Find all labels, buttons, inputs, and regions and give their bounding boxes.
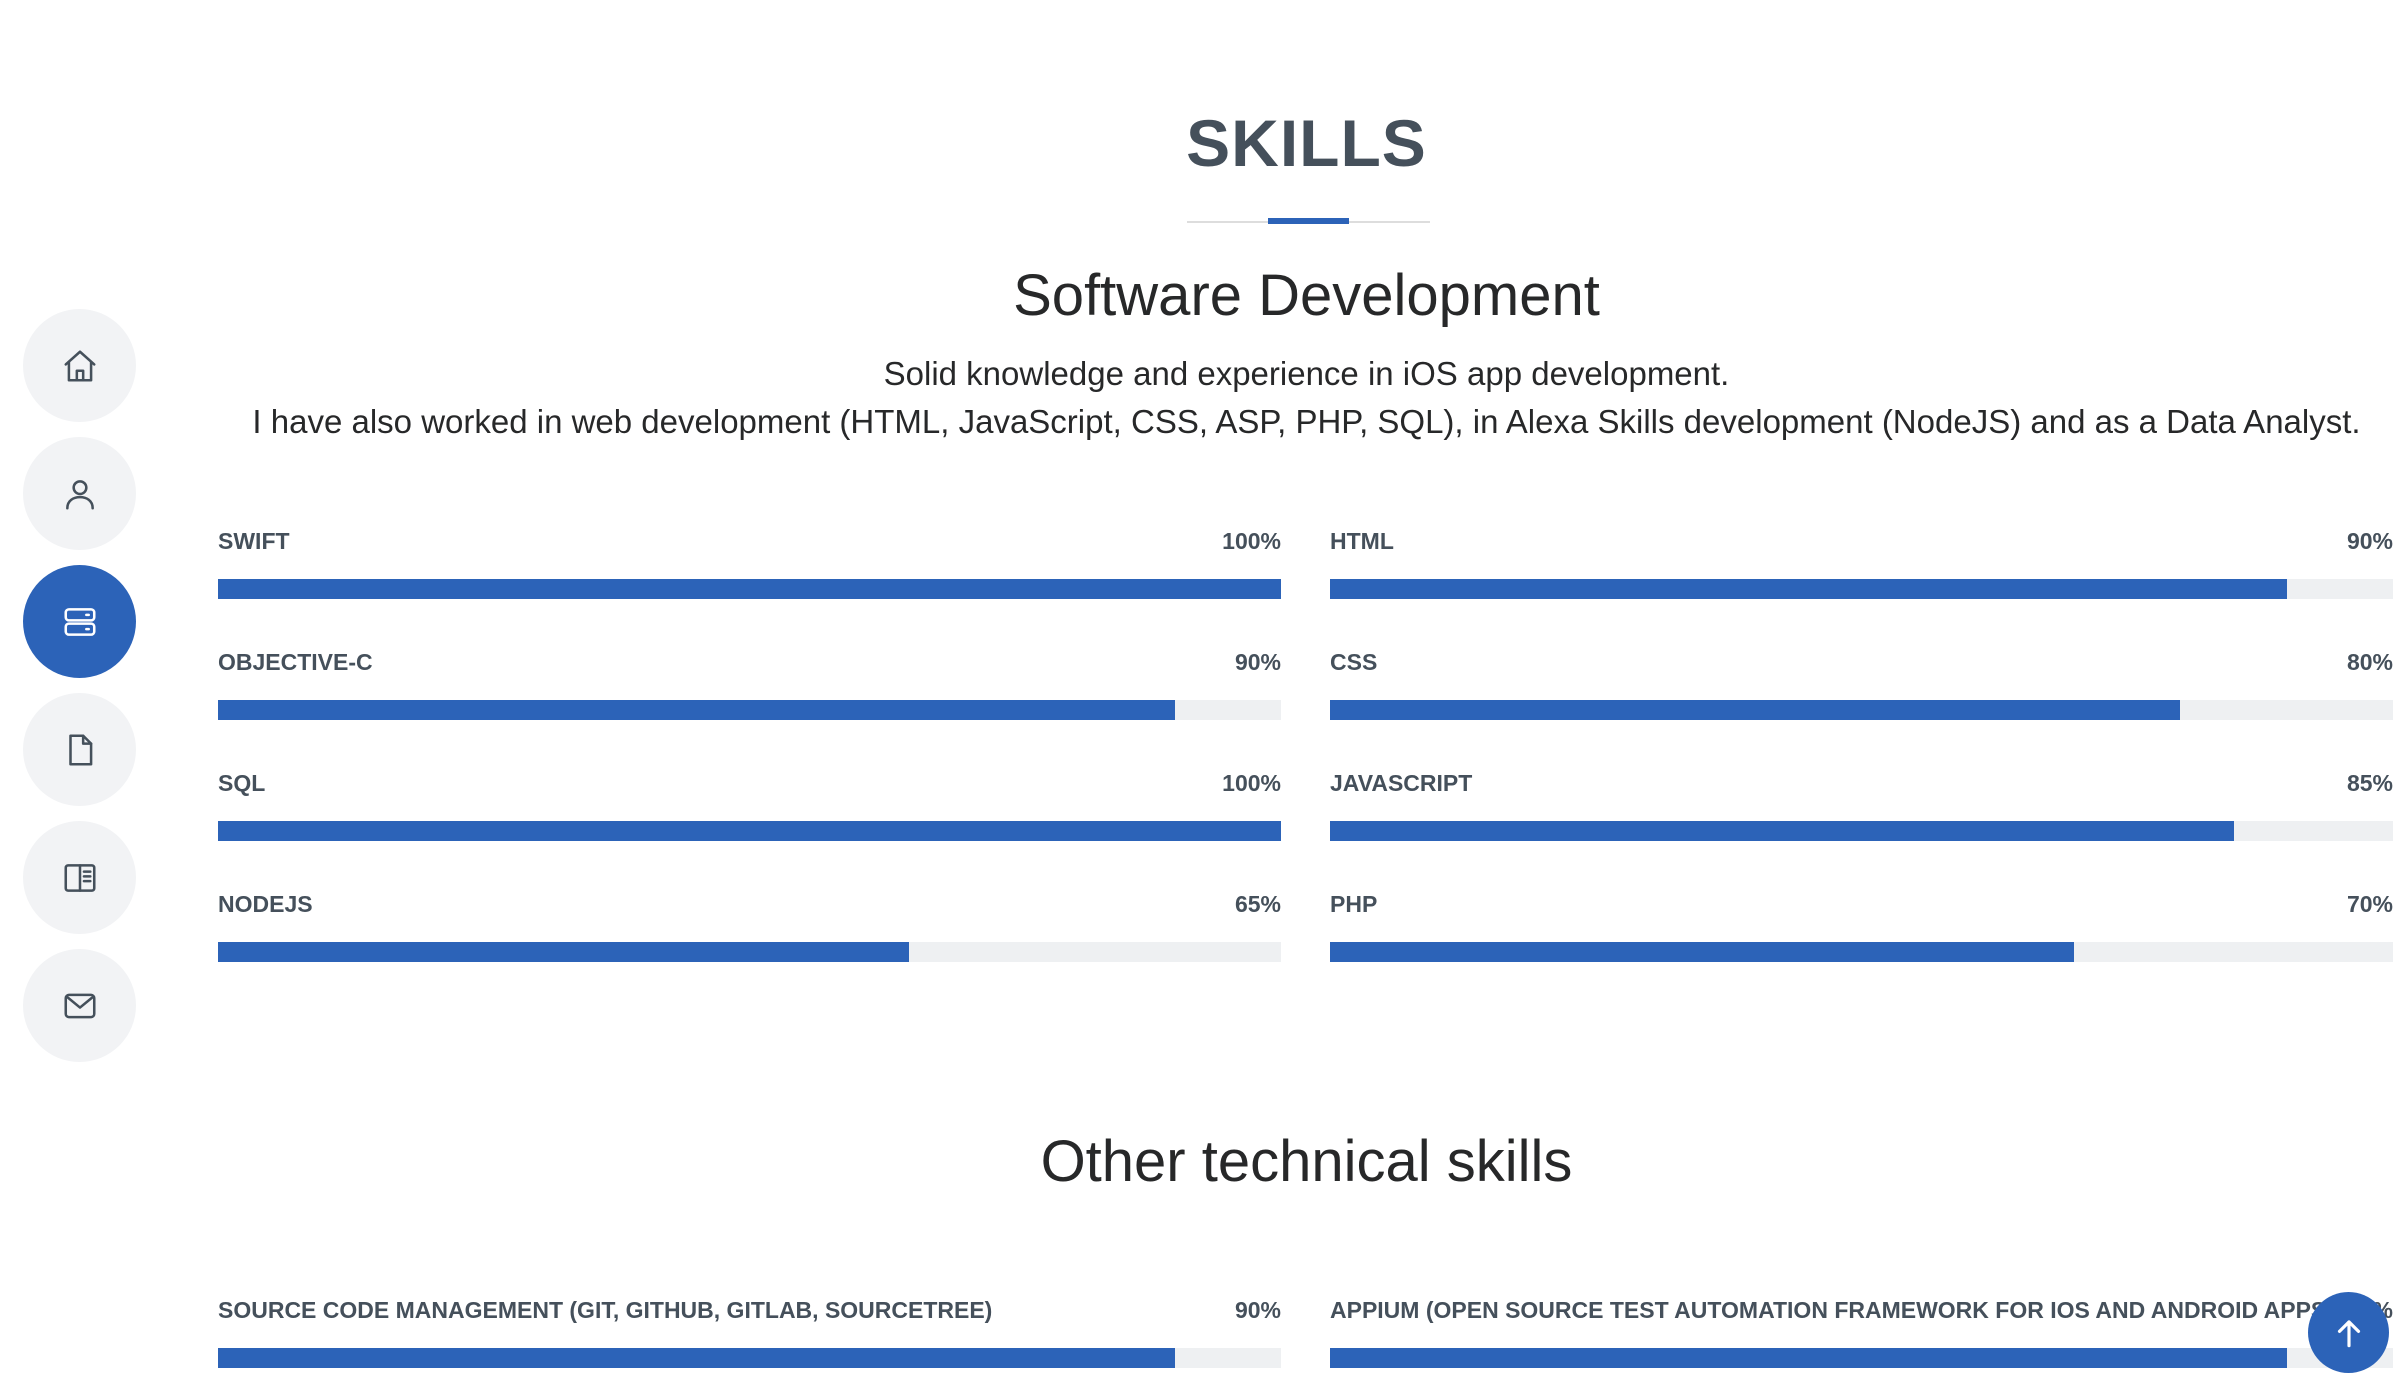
- skill-css: CSS 80%: [1330, 649, 2393, 720]
- skill-name: OBJECTIVE-C: [218, 649, 373, 675]
- other-skills-heading: Other technical skills: [1040, 1129, 1573, 1194]
- skill-progress-fill: [1330, 1348, 2287, 1368]
- skill-progress-bar: [218, 700, 1281, 720]
- software-heading: Software Development: [1013, 263, 1600, 328]
- skill-name: NODEJS: [218, 891, 313, 917]
- skill-percent: 100%: [1222, 528, 1281, 554]
- skill-source-code-management: SOURCE CODE MANAGEMENT (GIT, GITHUB, GIT…: [218, 1297, 1281, 1368]
- server-icon: [63, 607, 96, 636]
- skill-html: HTML 90%: [1330, 528, 2393, 599]
- skill-name: CSS: [1330, 649, 1378, 675]
- skill-progress-fill: [218, 579, 1281, 599]
- skill-php: PHP 70%: [1330, 891, 2393, 962]
- skill-objective-c: OBJECTIVE-C 90%: [218, 649, 1281, 720]
- skill-percent: 100%: [1222, 770, 1281, 796]
- nav-about[interactable]: [23, 437, 136, 550]
- title-divider-accent: [1268, 218, 1349, 224]
- skill-percent: 90%: [2346, 528, 2393, 554]
- skill-nodejs: NODEJS 65%: [218, 891, 1281, 962]
- skill-progress-bar: [1330, 1348, 2393, 1368]
- skill-name: APPIUM (OPEN SOURCE TEST AUTOMATION FRAM…: [1330, 1297, 2334, 1323]
- skill-progress-bar: [218, 942, 1281, 962]
- home-icon: [63, 349, 96, 382]
- skill-progress-fill: [218, 821, 1281, 841]
- skill-progress-bar: [1330, 942, 2393, 962]
- nav-resume[interactable]: [23, 693, 136, 806]
- skill-progress-fill: [218, 700, 1175, 720]
- skill-sql: SQL 100%: [218, 770, 1281, 841]
- skill-percent: 80%: [2346, 649, 2393, 675]
- skill-progress-bar: [1330, 821, 2393, 841]
- software-description-line-2: I have also worked in web development (H…: [252, 403, 2361, 440]
- skill-name: PHP: [1330, 891, 1378, 917]
- skill-progress-fill: [1330, 579, 2287, 599]
- skill-percent: 85%: [2346, 770, 2393, 796]
- skill-javascript: JAVASCRIPT 85%: [1330, 770, 2393, 841]
- skill-name: JAVASCRIPT: [1330, 770, 1473, 796]
- skill-progress-bar: [218, 579, 1281, 599]
- file-icon: [68, 733, 92, 766]
- skill-name: SOURCE CODE MANAGEMENT (GIT, GITHUB, GIT…: [218, 1297, 993, 1323]
- book-icon: [63, 863, 96, 892]
- side-nav: [23, 309, 136, 1077]
- skill-percent: 90%: [1234, 649, 1281, 675]
- skill-swift: SWIFT 100%: [218, 528, 1281, 599]
- skill-appium: APPIUM (OPEN SOURCE TEST AUTOMATION FRAM…: [1330, 1297, 2393, 1368]
- person-icon: [65, 479, 94, 510]
- skill-progress-bar: [218, 821, 1281, 841]
- nav-portfolio[interactable]: [23, 821, 136, 934]
- skill-name: SQL: [218, 770, 266, 796]
- skill-percent: 90%: [1234, 1297, 1281, 1323]
- envelope-icon: [63, 993, 96, 1018]
- nav-home[interactable]: [23, 309, 136, 422]
- back-to-top-button[interactable]: [2308, 1292, 2389, 1373]
- skill-name: SWIFT: [218, 528, 290, 554]
- nav-skills[interactable]: [23, 565, 136, 678]
- section-title: SKILLS: [1186, 106, 1427, 180]
- skill-name: HTML: [1330, 528, 1394, 554]
- skill-percent: 65%: [1234, 891, 1281, 917]
- arrow-up-icon: [2337, 1319, 2360, 1347]
- software-description-line-1: Solid knowledge and experience in iOS ap…: [883, 355, 1730, 392]
- skill-progress-fill: [218, 942, 909, 962]
- nav-contact[interactable]: [23, 949, 136, 1062]
- skill-progress-fill: [1330, 942, 2075, 962]
- skill-progress-bar: [218, 1348, 1281, 1368]
- skill-progress-bar: [1330, 700, 2393, 720]
- skill-percent: 70%: [2346, 891, 2393, 917]
- skill-progress-fill: [1330, 700, 2181, 720]
- skill-progress-bar: [1330, 579, 2393, 599]
- skill-progress-fill: [218, 1348, 1175, 1368]
- skill-progress-fill: [1330, 821, 2234, 841]
